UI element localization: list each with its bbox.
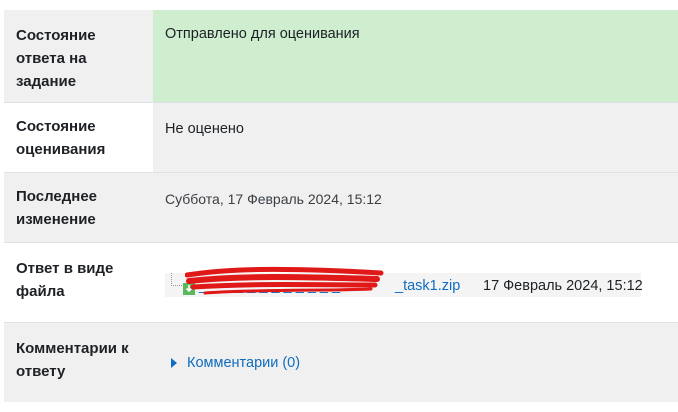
file-submission-label: Ответ в виде файла xyxy=(4,241,153,322)
file-name-prefix-redacted: _ _ _ _ _ _ _ _ _ _ _ _ xyxy=(199,277,341,294)
file-submission-cell: _ _ _ _ _ _ _ _ _ _ _ _ _task1.zip 17 Фев… xyxy=(153,241,678,322)
last-modified-label: Последнее изменение xyxy=(4,171,153,242)
submission-status-value: Отправлено для оценивания xyxy=(153,10,678,102)
row-submission-comments: Комментарии к ответу Комментарии (0) xyxy=(4,321,678,402)
last-modified-value: Суббота, 17 Февраль 2024, 15:12 xyxy=(153,171,678,242)
archive-download-icon xyxy=(183,282,195,295)
file-tree-item: _ _ _ _ _ _ _ _ _ _ _ _ _task1.zip 17 Фев… xyxy=(165,266,643,297)
file-date: 17 Февраль 2024, 15:12 xyxy=(483,277,643,294)
submission-status-label: Состояние ответа на задание xyxy=(4,10,153,102)
submission-status-panel: Состояние ответа на задание Отправлено д… xyxy=(0,0,678,412)
grading-status-value: Не оценено xyxy=(153,101,678,172)
submission-status-table: Состояние ответа на задание Отправлено д… xyxy=(4,10,678,402)
grading-status-label: Состояние оценивания xyxy=(4,101,153,172)
file-name: _task1.zip xyxy=(395,277,461,294)
comments-toggle[interactable]: Комментарии (0) xyxy=(165,353,666,373)
submission-comments-label: Комментарии к ответу xyxy=(4,321,153,402)
caret-right-icon xyxy=(171,357,177,368)
row-last-modified: Последнее изменение Суббота, 17 Февраль … xyxy=(4,171,678,242)
row-file-submission: Ответ в виде файла _ _ _ _ _ _ _ _ _ _ _… xyxy=(4,241,678,322)
comments-link[interactable]: Комментарии (0) xyxy=(187,353,300,373)
top-spacer xyxy=(0,0,678,10)
submitted-file-link[interactable]: _ _ _ _ _ _ _ _ _ _ _ _ _task1.zip xyxy=(199,276,460,296)
row-grading-status: Состояние оценивания Не оценено xyxy=(4,101,678,172)
row-submission-status: Состояние ответа на задание Отправлено д… xyxy=(4,10,678,102)
submission-comments-cell: Комментарии (0) xyxy=(153,321,678,402)
tree-connector xyxy=(171,272,182,286)
